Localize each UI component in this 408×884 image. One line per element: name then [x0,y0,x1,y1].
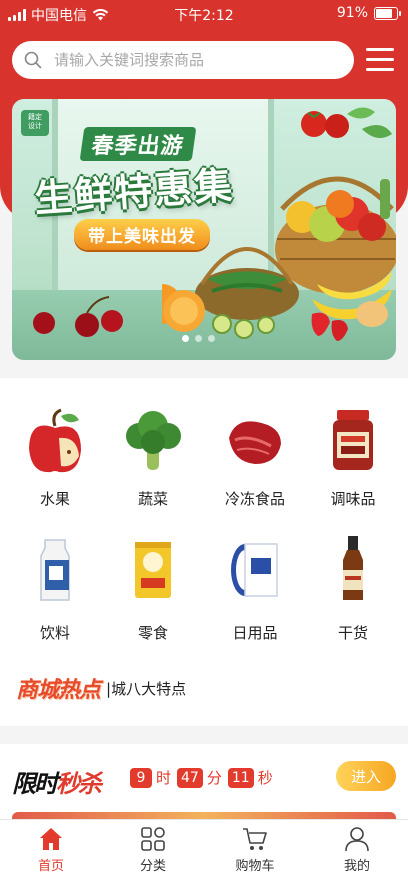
category-label: 零食 [137,624,168,642]
tab-label: 我的 [343,859,370,874]
milk-carton-icon [25,536,85,602]
category-label: 水果 [39,490,70,508]
broccoli-icon [123,408,183,474]
apple-icon [25,408,85,474]
category-fruit[interactable]: 水果 [4,408,106,518]
category-label: 日用品 [232,624,278,642]
banner-slogan: 带上美味出发 [74,219,210,250]
carousel-dots[interactable] [182,335,215,342]
meat-icon [225,408,285,474]
category-label: 干货 [337,624,368,642]
category-label: 冷冻食品 [224,490,285,508]
category-dried-goods[interactable]: 干货 [302,536,404,646]
carousel-dot[interactable] [195,335,202,342]
user-icon [345,827,369,852]
mall-hot-logo: 商城热点 [16,678,101,703]
category-label: 调味品 [330,490,376,508]
menu-icon[interactable] [366,46,394,72]
tab-label: 首页 [37,859,64,874]
tab-home[interactable]: 首页 [0,826,102,874]
category-frozen[interactable]: 冷冻食品 [204,408,306,518]
flash-sale-logo: 限时秒杀 [12,764,102,799]
category-drinks[interactable]: 饮料 [4,536,106,646]
countdown-timer: 9 时 47 分 11 秒 [130,767,275,788]
search-icon [24,51,42,69]
home-icon [40,828,62,850]
carousel-dot[interactable] [208,335,215,342]
status-right: 91% [336,5,401,21]
status-bar: 中国电信 下午2:12 91% [0,0,408,28]
flash-sale-enter-button[interactable]: 进入 [336,761,396,791]
category-snacks[interactable]: 零食 [102,536,204,646]
tab-label: 购物车 [235,859,275,874]
bottom-tab-bar: 首页 分类 购物车 我的 [0,819,408,884]
bottle-icon [323,536,383,602]
flash-sale-section: 限时秒杀 9 时 47 分 11 秒 进入 [0,744,408,819]
category-label: 饮料 [39,624,70,642]
tab-profile[interactable]: 我的 [306,826,408,874]
mall-highlights[interactable]: 商城热点 |城八大特点 [16,672,186,704]
countdown-minutes-unit: 分 [206,769,222,787]
tab-cart[interactable]: 购物车 [204,826,306,874]
category-vegetables[interactable]: 蔬菜 [102,408,204,518]
category-label: 蔬菜 [137,490,168,508]
tissue-pack-icon [225,536,285,602]
mall-hot-text: |城八大特点 [106,679,187,698]
countdown-hours: 9 [130,767,152,788]
countdown-seconds: 11 [227,767,254,788]
search-bar[interactable] [12,41,354,79]
grid-icon [141,827,165,851]
promo-banner[interactable]: 籍定 设计 春季出游 生鲜特惠集 带上美味出发 [12,99,396,360]
category-daily-goods[interactable]: 日用品 [204,536,306,646]
banner-tag-line2: 设计 [28,122,42,130]
flash-sale-logo-a: 限时 [12,770,58,798]
flash-sale-logo-b: 秒杀 [56,770,102,798]
tab-label: 分类 [139,859,166,874]
banner-tag-line1: 籍定 [28,113,42,121]
countdown-minutes: 47 [177,767,203,788]
flash-sale-preview-strip [12,812,396,819]
carousel-dot[interactable] [182,335,189,342]
category-seasoning[interactable]: 调味品 [302,408,404,518]
search-input[interactable] [52,50,336,70]
snack-bag-icon [123,536,183,602]
countdown-hours-unit: 时 [156,769,172,787]
tab-category[interactable]: 分类 [102,826,204,874]
battery-percent: 91% [336,5,368,21]
banner-brand-tag: 籍定 设计 [21,110,49,136]
battery-icon [374,6,401,20]
cherries-illustration [33,296,123,337]
cart-icon [243,828,267,850]
sauce-jar-icon [323,408,383,474]
battery-fill [376,8,393,18]
countdown-seconds-unit: 秒 [257,769,273,787]
banner-subtitle: 春季出游 [79,127,197,161]
